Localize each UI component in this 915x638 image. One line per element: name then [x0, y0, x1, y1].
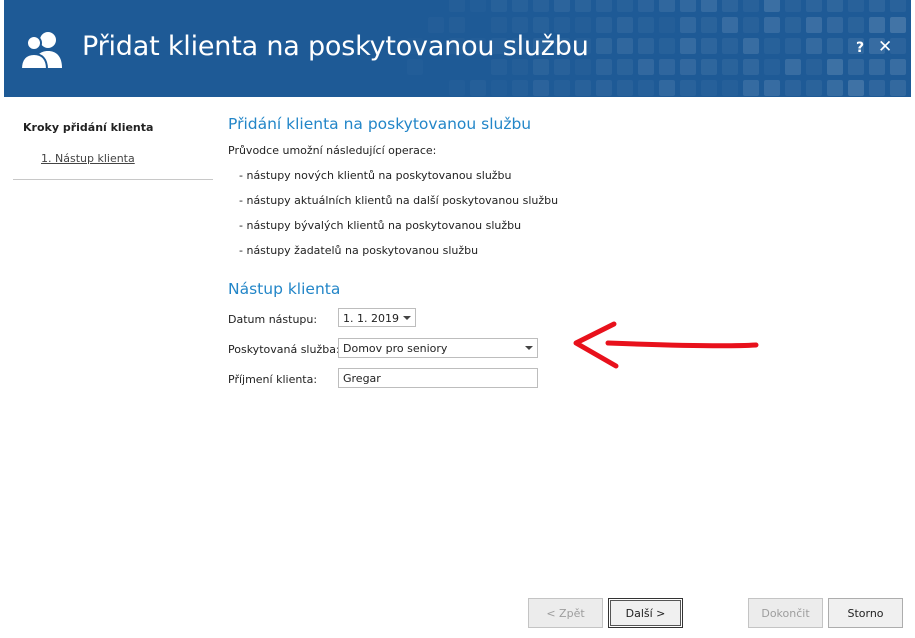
- operation-item: - nástupy bývalých klientů na poskytovan…: [239, 219, 522, 232]
- sidebar-title: Kroky přidání klienta: [23, 121, 154, 134]
- dialog-title: Přidat klienta na poskytovanou službu: [82, 31, 589, 62]
- surname-label: Příjmení klienta:: [228, 373, 318, 386]
- service-select[interactable]: Domov pro seniory: [338, 338, 538, 358]
- annotation-arrow-icon: [573, 321, 759, 369]
- back-button[interactable]: < Zpět: [528, 598, 603, 628]
- sidebar-step-nastup-klienta[interactable]: 1. Nástup klienta: [41, 152, 135, 165]
- section-title-client-entry: Nástup klienta: [228, 280, 341, 298]
- next-button[interactable]: Další >: [608, 598, 683, 628]
- surname-input[interactable]: Gregar: [338, 368, 538, 388]
- operation-item: - nástupy žadatelů na poskytovanou služb…: [239, 244, 479, 257]
- chevron-down-icon[interactable]: [403, 316, 411, 320]
- intro-text: Průvodce umožní následující operace:: [228, 144, 437, 157]
- users-icon: [20, 32, 62, 70]
- cancel-button[interactable]: Storno: [828, 598, 903, 628]
- operation-item: - nástupy aktuálních klientů na další po…: [239, 194, 559, 207]
- operation-item: - nástupy nových klientů na poskytovanou…: [239, 169, 512, 182]
- service-label: Poskytovaná služba:: [228, 343, 340, 356]
- date-value: 1. 1. 2019: [343, 312, 399, 325]
- dialog-header: Přidat klienta na poskytovanou službu ? …: [4, 0, 911, 97]
- section-title-add-client: Přidání klienta na poskytovanou službu: [228, 115, 532, 133]
- close-button[interactable]: ✕: [878, 37, 892, 57]
- surname-value: Gregar: [343, 372, 381, 385]
- service-value: Domov pro seniory: [343, 342, 448, 355]
- date-picker[interactable]: 1. 1. 2019: [338, 308, 416, 327]
- sidebar-divider: [13, 179, 213, 180]
- help-button[interactable]: ?: [856, 40, 864, 56]
- finish-button[interactable]: Dokončit: [748, 598, 823, 628]
- chevron-down-icon[interactable]: [525, 346, 533, 350]
- date-label: Datum nástupu:: [228, 313, 318, 326]
